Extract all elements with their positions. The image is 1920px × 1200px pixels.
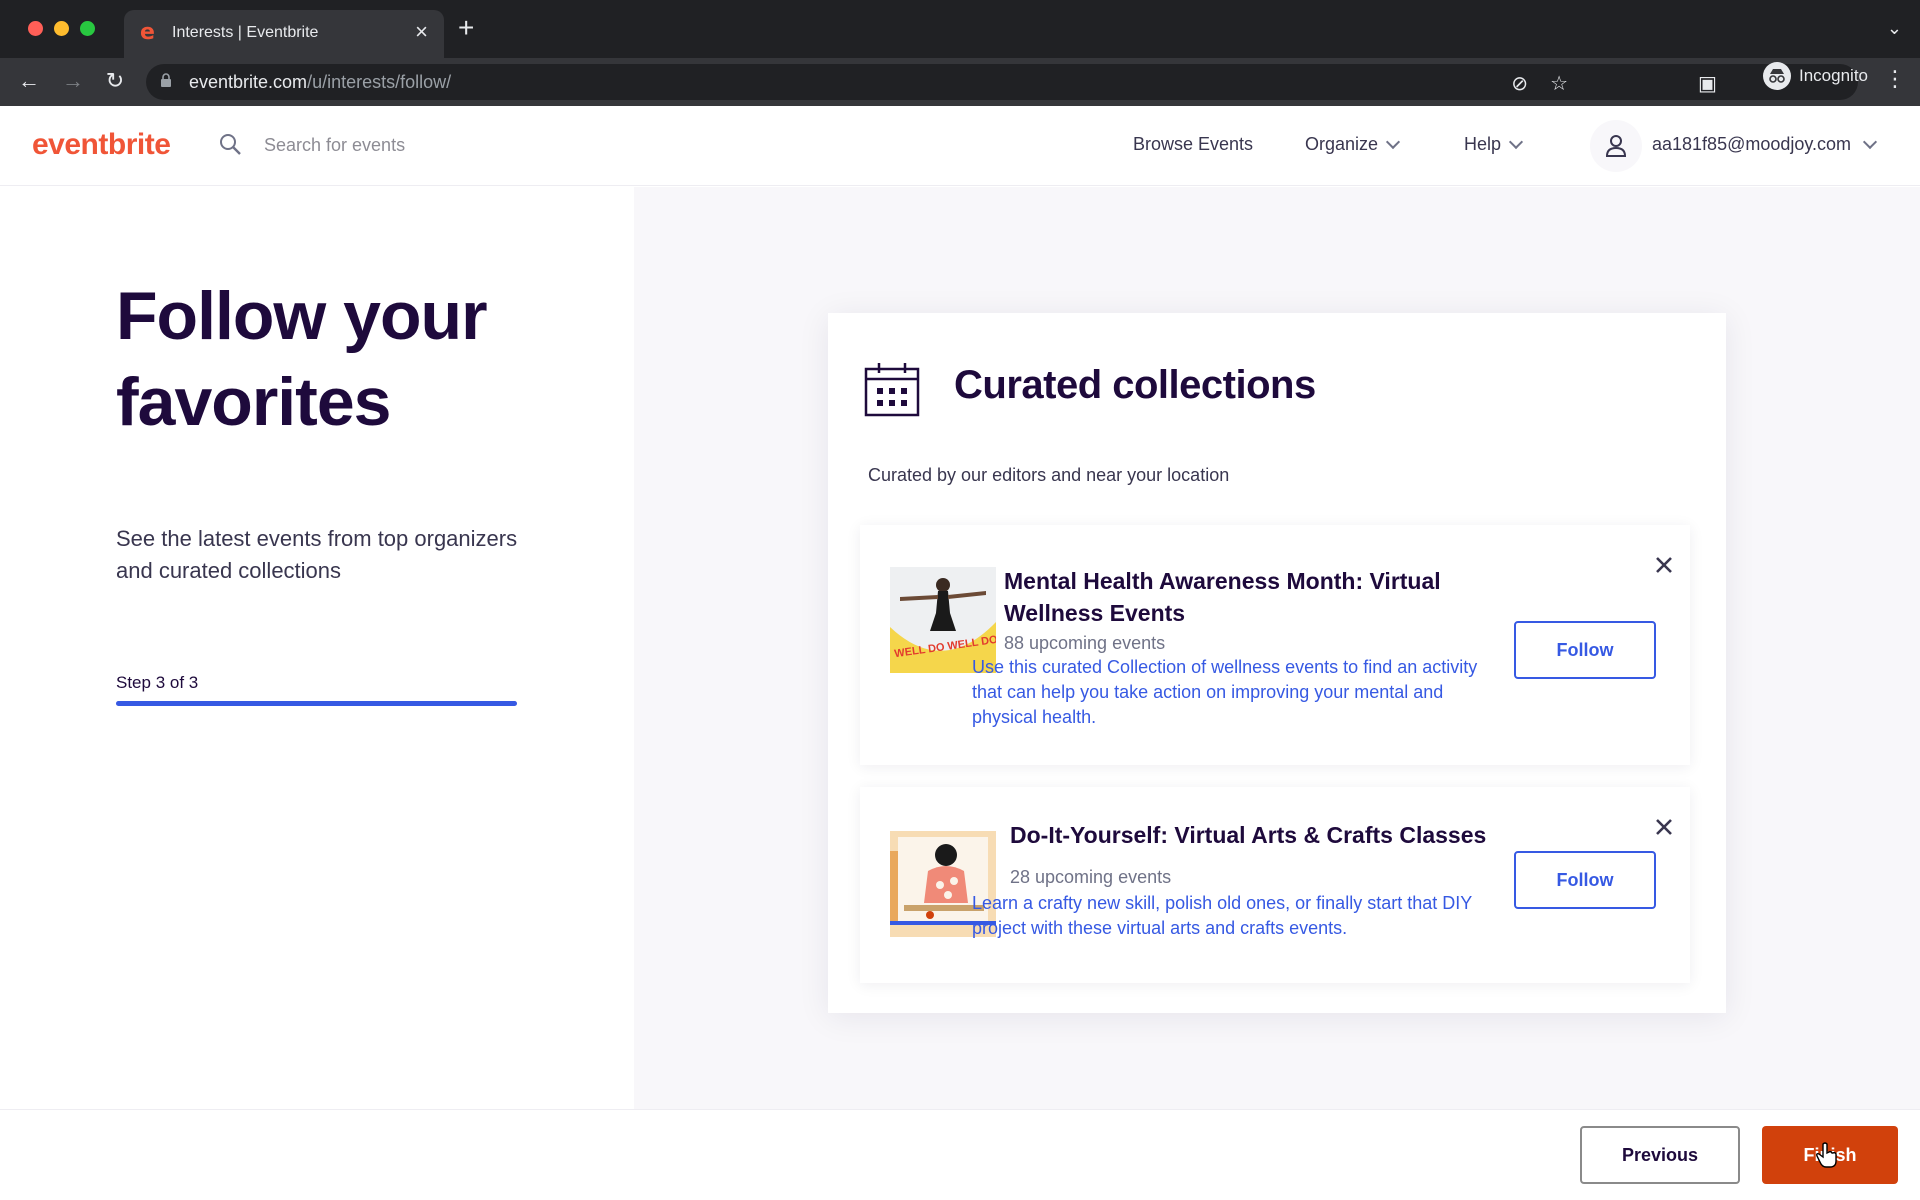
reload-icon[interactable]: ↻ xyxy=(100,68,130,94)
close-icon[interactable] xyxy=(1654,555,1674,575)
collections-panel: Curated collections Curated by our edito… xyxy=(634,187,1920,1109)
help-label: Help xyxy=(1464,134,1502,154)
window-maximize-button[interactable] xyxy=(80,21,95,36)
avatar[interactable] xyxy=(1590,120,1642,172)
browser-menu-icon[interactable]: ⋮ xyxy=(1884,66,1906,92)
intro-panel: Follow your favorites See the latest eve… xyxy=(0,187,634,1109)
url-text: eventbrite.com/u/interests/follow/ xyxy=(189,72,452,92)
address-bar[interactable]: eventbrite.com/u/interests/follow/ ⊘ ☆ xyxy=(146,64,1858,100)
card-subtitle: Curated by our editors and near your loc… xyxy=(868,465,1230,485)
tab-close-icon[interactable]: × xyxy=(415,20,428,44)
eventbrite-logo[interactable]: eventbrite xyxy=(32,128,171,162)
follow-button[interactable]: Follow xyxy=(1514,851,1656,909)
collection-item: WELL DO WELL DO Mental Health Awareness … xyxy=(860,525,1690,765)
close-icon[interactable] xyxy=(1654,817,1674,837)
collection-title[interactable]: Do-It-Yourself: Virtual Arts & Crafts Cl… xyxy=(1010,819,1510,851)
tab-title: Interests | Eventbrite xyxy=(172,24,319,41)
page-title: Follow your favorites xyxy=(116,278,488,440)
step-indicator: Step 3 of 3 xyxy=(116,673,199,692)
collection-item: Do-It-Yourself: Virtual Arts & Crafts Cl… xyxy=(860,787,1690,983)
side-panel-icon[interactable]: ▣ xyxy=(1698,71,1717,96)
site-header: eventbrite Browse Events Organize Help a… xyxy=(0,106,1920,186)
search-input[interactable] xyxy=(264,128,624,162)
wizard-footer: Previous Finish xyxy=(0,1109,1920,1200)
browse-events-link[interactable]: Browse Events xyxy=(1133,134,1253,155)
eventbrite-favicon-icon: e xyxy=(140,20,155,45)
chevron-down-icon xyxy=(1862,134,1878,150)
incognito-icon xyxy=(1763,62,1791,90)
chevron-down-icon xyxy=(1508,134,1524,150)
previous-button[interactable]: Previous xyxy=(1580,1126,1740,1184)
collection-description: Use this curated Collection of wellness … xyxy=(972,657,1478,727)
browser-toolbar: ← → ↻ eventbrite.com/u/interests/follow/… xyxy=(0,58,1920,106)
tab-search-chevron-icon[interactable]: ⌄ xyxy=(1887,18,1902,39)
browse-events-label: Browse Events xyxy=(1133,134,1254,154)
search-icon xyxy=(220,134,241,155)
collection-description: Learn a crafty new skill, polish old one… xyxy=(972,893,1472,938)
window-close-button[interactable] xyxy=(28,21,43,36)
eye-slash-icon[interactable]: ⊘ xyxy=(1511,71,1528,96)
help-menu[interactable]: Help xyxy=(1464,134,1524,155)
new-tab-icon[interactable]: + xyxy=(458,14,474,42)
chevron-down-icon xyxy=(1385,134,1401,150)
organize-menu[interactable]: Organize xyxy=(1305,134,1401,155)
progress-bar xyxy=(116,701,517,706)
user-icon xyxy=(1605,135,1627,157)
calendar-icon xyxy=(864,363,920,417)
follow-button[interactable]: Follow xyxy=(1514,621,1656,679)
incognito-label: Incognito xyxy=(1799,66,1868,85)
account-email: aa181f85@moodjoy.com xyxy=(1652,134,1852,154)
account-menu[interactable]: aa181f85@moodjoy.com xyxy=(1652,134,1878,155)
page-subtitle: See the latest events from top organizer… xyxy=(116,526,518,583)
collection-title[interactable]: Mental Health Awareness Month: Virtual W… xyxy=(1004,565,1484,629)
hand-cursor-icon xyxy=(1816,1142,1837,1168)
progress-fill xyxy=(116,701,517,706)
organize-label: Organize xyxy=(1305,134,1379,154)
window-minimize-button[interactable] xyxy=(54,21,69,36)
lock-icon xyxy=(161,73,171,87)
incognito-indicator[interactable]: Incognito xyxy=(1763,61,1868,91)
curated-collections-card: Curated collections Curated by our edito… xyxy=(828,313,1726,1013)
forward-arrow-icon[interactable]: → xyxy=(58,68,88,94)
collection-count: 28 upcoming events xyxy=(1010,867,1172,887)
card-title: Curated collections xyxy=(954,363,1316,407)
browser-tab-bar: e Interests | Eventbrite × + ⌄ xyxy=(0,0,1920,58)
collection-count: 88 upcoming events xyxy=(1004,633,1166,653)
browser-tab[interactable]: e Interests | Eventbrite × xyxy=(124,10,444,58)
bookmark-star-icon[interactable]: ☆ xyxy=(1550,71,1568,96)
back-arrow-icon[interactable]: ← xyxy=(14,68,44,94)
